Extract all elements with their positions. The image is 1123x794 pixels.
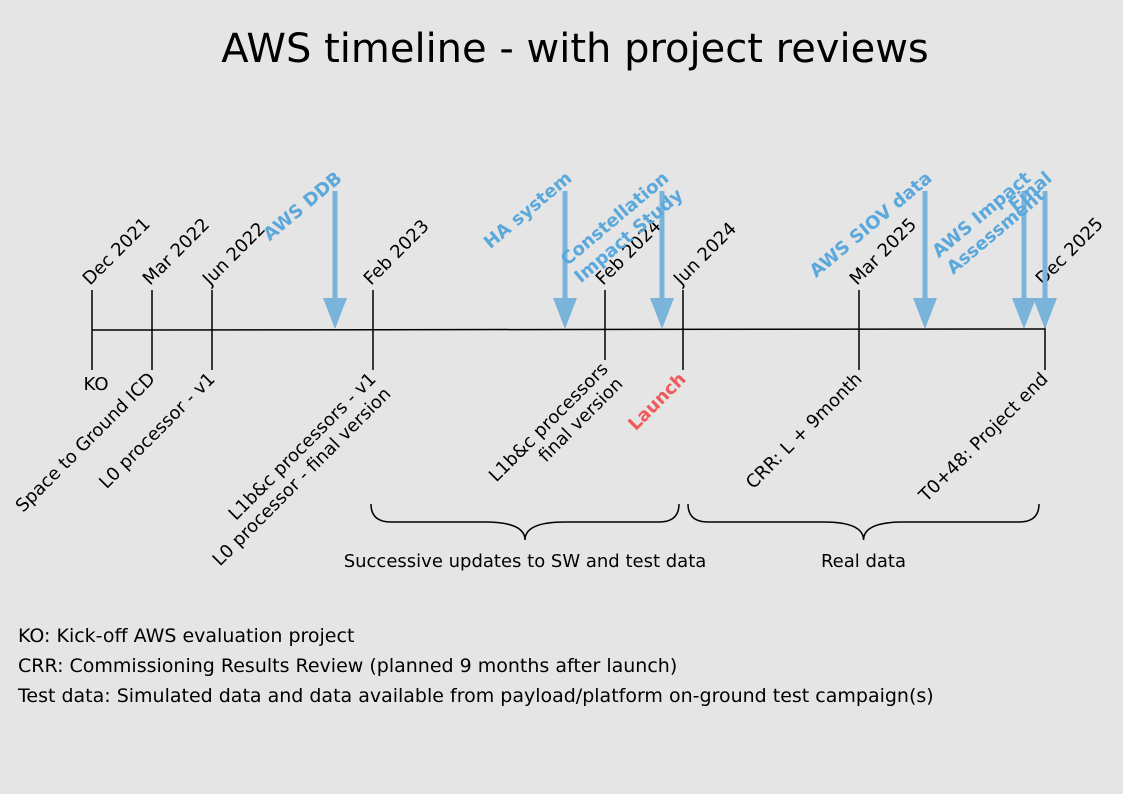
diagram-title: AWS timeline - with project reviews — [221, 26, 929, 72]
phase-label: Successive updates to SW and test data — [344, 551, 707, 572]
milestone-label-line: L1b&c processors — [485, 359, 613, 487]
phase-braces: Successive updates to SW and test data Re… — [344, 503, 1040, 572]
launch-label-line: Launch — [624, 369, 690, 435]
milestone-label-line: L1b&c processors - v1 — [225, 369, 381, 525]
milestone-label: T0+48: Project end — [914, 369, 1052, 507]
review-arrow-head — [323, 298, 347, 329]
milestone-label-line: L0 processor - final version — [209, 384, 396, 571]
phase-brace — [370, 503, 680, 541]
milestone-label-line: L0 processor - v1 — [95, 369, 219, 493]
milestone-label: L1b&c processors - v1L0 processor - fina… — [194, 369, 396, 571]
review-arrow-head — [1012, 298, 1036, 329]
note-crr: CRR: Commissioning Results Review (plann… — [18, 655, 678, 677]
date-label: Feb 2023 — [360, 216, 434, 290]
review-arrow-head — [553, 298, 577, 329]
timeline-milestones: KOSpace to Ground ICDL0 processor - v1 L1… — [12, 359, 1053, 571]
milestone-label-line: T0+48: Project end — [914, 369, 1052, 507]
phase-label: Real data — [821, 551, 906, 572]
review-label-line: HA system — [480, 168, 576, 254]
milestone-label: L0 processor - v1 — [95, 369, 219, 493]
milestone-label: L1b&c processorsfinal version — [485, 359, 628, 502]
date-label: Jun 2024 — [669, 218, 741, 290]
review-arrow-head — [1033, 298, 1057, 329]
review-arrow-head — [650, 298, 674, 329]
legend-notes: KO: Kick-off AWS evaluation project CRR:… — [18, 624, 934, 714]
phase-brace — [687, 503, 1040, 541]
timeline-axis — [91, 328, 1046, 331]
launch-label: Launch — [624, 369, 690, 435]
milestone-label-line: CRR: L + 9month — [742, 369, 867, 494]
review-label: HA system — [480, 168, 576, 254]
note-ko: KO: Kick-off AWS evaluation project — [18, 625, 355, 647]
milestone-label: KO — [84, 374, 109, 395]
review-arrow-head — [913, 298, 937, 329]
milestone-label: CRR: L + 9month — [742, 369, 867, 494]
note-test-data: Test data: Simulated data and data avail… — [18, 685, 934, 707]
